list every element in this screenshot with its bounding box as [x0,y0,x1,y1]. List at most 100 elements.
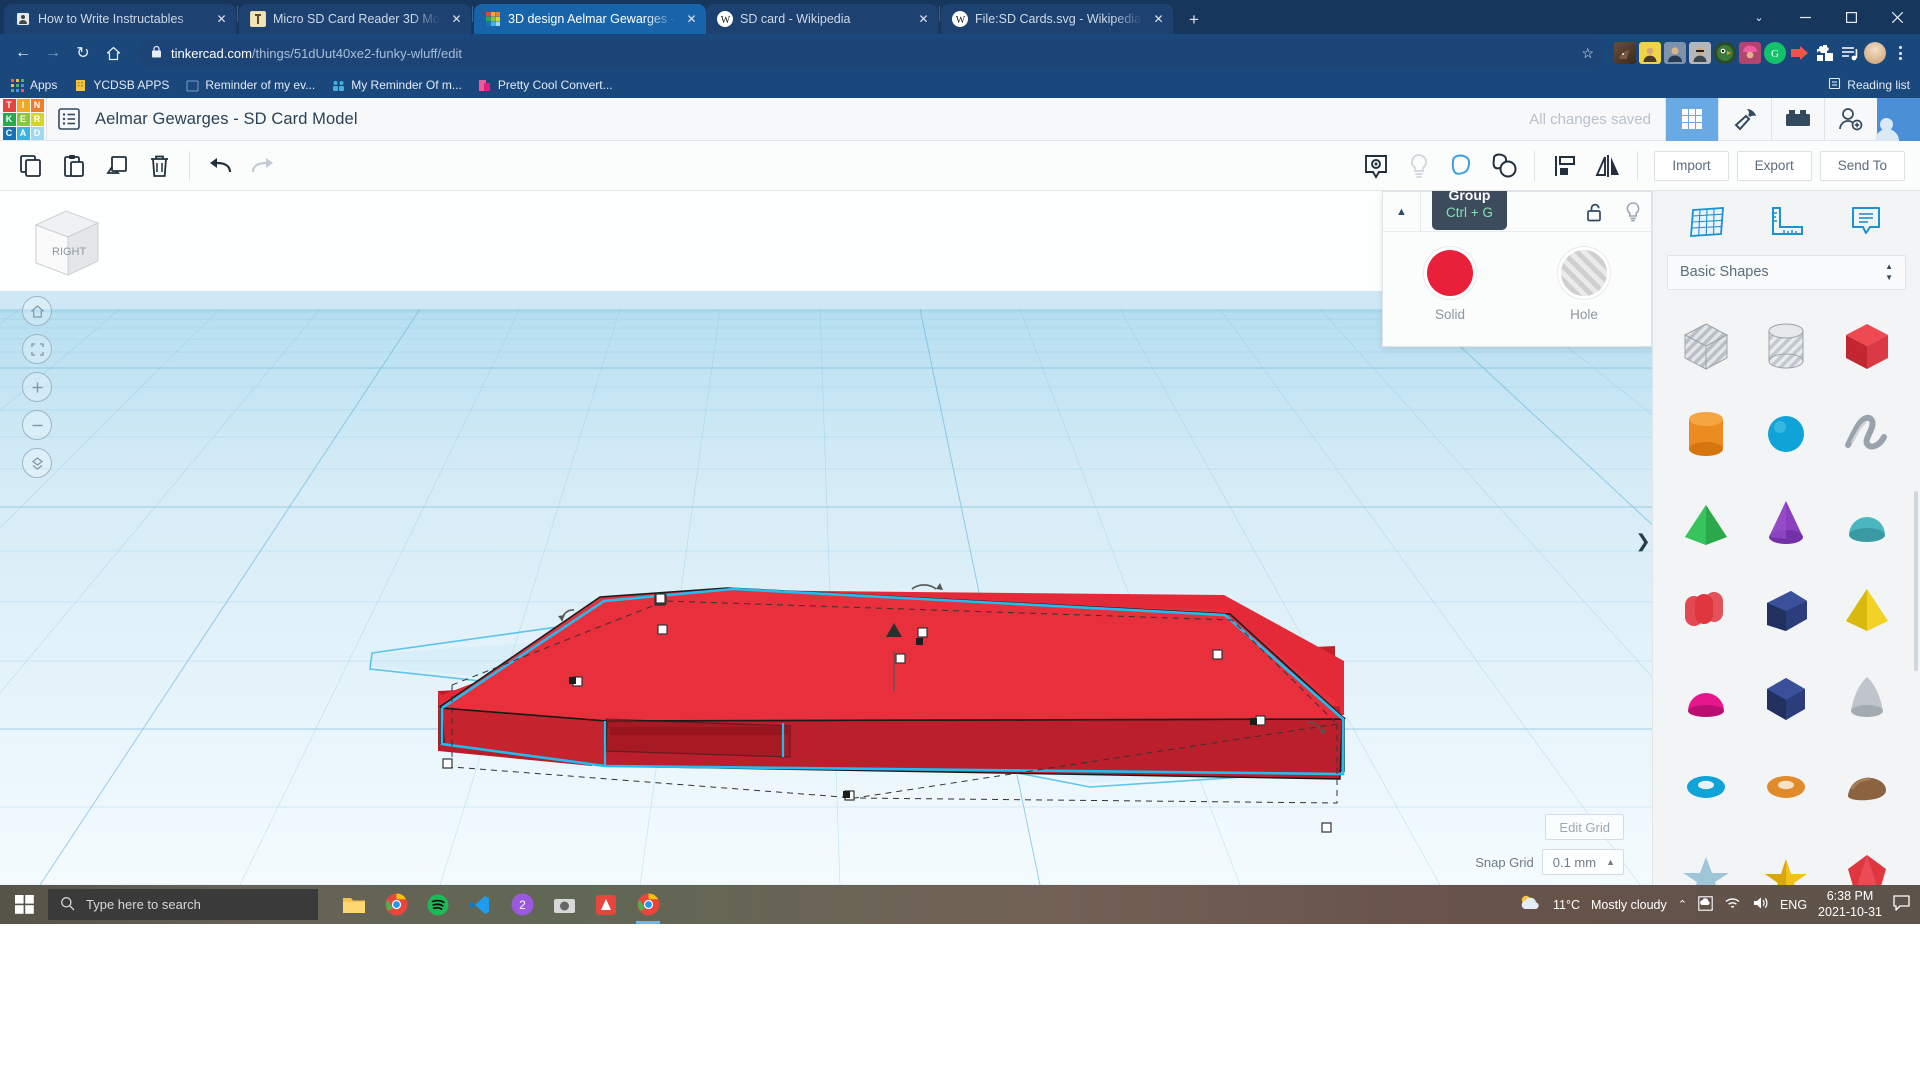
note-icon[interactable] [1840,199,1892,247]
shape-item[interactable] [1669,748,1743,826]
grammarly-extension-icon[interactable]: G [1764,42,1786,64]
gallery-grid-icon[interactable] [1665,98,1718,141]
pocket-extension-icon[interactable] [1789,42,1811,64]
taskbar-search-box[interactable]: Type here to search [48,889,318,920]
messenger-icon[interactable]: 2 [502,885,542,924]
shape-category-select[interactable]: Basic Shapes ▲▼ [1667,255,1906,291]
shape-item[interactable] [1830,572,1904,650]
window-maximize-icon[interactable] [1828,0,1874,34]
shape-item[interactable] [1669,660,1743,738]
portrait-glasses-extension-icon[interactable] [1689,42,1711,64]
codeblocks-pickaxe-icon[interactable] [1718,98,1771,141]
shape-item[interactable] [1830,396,1904,474]
browser-tab[interactable]: W File:SD Cards.svg - Wikipedia ✕ [941,4,1173,34]
puzzle-extension-icon[interactable] [1814,42,1836,64]
hole-option[interactable]: Hole [1517,250,1651,322]
file-explorer-icon[interactable] [334,885,374,924]
tinkercad-logo[interactable]: T I N K E R C A D [0,98,46,141]
chrome-icon[interactable] [376,885,416,924]
shape-item[interactable] [1669,572,1743,650]
chevron-up-icon[interactable]: ⌃ [1678,898,1687,911]
window-restore-icon[interactable]: ⌄ [1736,0,1782,34]
close-icon[interactable]: ✕ [448,11,465,28]
avatar[interactable] [1877,98,1920,141]
ruler-icon[interactable] [1760,199,1812,247]
volume-icon[interactable] [1752,896,1769,913]
shape-item[interactable] [1830,308,1904,386]
browser-tab[interactable]: How to Write Instructables ✕ [4,4,236,34]
ortho-perspective-icon[interactable] [22,448,52,478]
lego-brick-icon[interactable] [1771,98,1824,141]
shape-item[interactable] [1669,836,1743,885]
notification-icon[interactable] [1893,895,1910,914]
shape-item[interactable] [1749,308,1823,386]
vscode-icon[interactable] [460,885,500,924]
shape-item[interactable] [1669,396,1743,474]
view-cube[interactable]: RIGHT [22,203,102,283]
reload-icon[interactable]: ↻ [69,39,97,67]
ungroup-shapes-icon[interactable] [1483,147,1526,185]
forward-icon[interactable]: → [39,39,67,67]
shape-item[interactable] [1749,572,1823,650]
edit-grid-button[interactable]: Edit Grid [1545,814,1624,840]
shape-item[interactable] [1830,484,1904,562]
design-list-icon[interactable] [47,98,91,141]
solid-option[interactable]: Solid [1383,250,1517,322]
shape-item[interactable] [1749,396,1823,474]
shape-item[interactable] [1749,484,1823,562]
bookmark-apps[interactable]: Apps [10,78,57,92]
home-view-icon[interactable] [22,296,52,326]
camera-icon[interactable] [544,885,584,924]
address-bar[interactable]: tinkercad.com/things/51dUut40xe2-funky-w… [137,39,1604,67]
spotify-icon[interactable] [418,885,458,924]
wifi-icon[interactable] [1724,896,1741,913]
browser-tab[interactable]: W SD card - Wikipedia ✕ [706,4,938,34]
export-button[interactable]: Export [1737,151,1812,181]
bookmark-star-icon[interactable]: ☆ [1581,45,1594,62]
profile-avatar[interactable] [1864,42,1886,64]
portrait-blue-extension-icon[interactable] [1664,42,1686,64]
pink-hat-extension-icon[interactable] [1739,42,1761,64]
hole-swatch[interactable] [1561,250,1607,296]
home-icon[interactable] [99,39,127,67]
unlock-icon[interactable] [1577,192,1614,232]
align-icon[interactable] [1543,147,1586,185]
duplicate-icon[interactable] [95,147,138,185]
new-tab-button[interactable]: + [1180,5,1208,33]
invite-person-icon[interactable] [1824,98,1877,141]
close-icon[interactable]: ✕ [915,11,932,28]
portrait-yellow-extension-icon[interactable] [1639,42,1661,64]
browser-tab[interactable]: Micro SD Card Reader 3D Model ✕ [239,4,471,34]
close-icon[interactable]: ✕ [683,11,700,28]
shape-item[interactable] [1749,748,1823,826]
bookmark-pretty-cool-convert[interactable]: Pretty Cool Convert... [478,78,613,92]
workplane-grid-icon[interactable] [1681,199,1733,247]
zoom-out-icon[interactable] [22,410,52,440]
browser-active-icon[interactable] [628,885,668,924]
send-to-button[interactable]: Send To [1820,151,1905,181]
back-icon[interactable]: ← [9,39,37,67]
chevron-up-icon[interactable]: ▲ [1383,192,1421,232]
lightbulb-icon[interactable] [1614,192,1651,232]
window-close-icon[interactable] [1874,0,1920,34]
shape-item[interactable] [1669,308,1743,386]
close-icon[interactable]: ✕ [213,11,230,28]
bookmark-reminder-events[interactable]: Reminder of my ev... [185,78,315,92]
mirror-icon[interactable] [1586,147,1629,185]
3d-viewport[interactable]: RIGHT ❯ Edit Grid Snap Gri [0,191,1652,885]
language-indicator[interactable]: ENG [1780,898,1807,912]
kebab-menu-icon[interactable] [1889,46,1911,60]
close-icon[interactable]: ✕ [1150,11,1167,28]
fit-to-view-icon[interactable] [22,334,52,364]
copy-icon[interactable] [9,147,52,185]
reading-list-button[interactable]: Reading list [1828,77,1910,93]
parrot-extension-icon[interactable] [1714,42,1736,64]
bookmark-ycdsb-apps[interactable]: YCDSB APPS [73,78,169,92]
import-button[interactable]: Import [1654,151,1728,181]
snap-grid-select[interactable]: 0.1 mm ▲ [1542,849,1624,875]
paste-icon[interactable] [52,147,95,185]
bookmark-my-reminder[interactable]: My Reminder Of m... [331,78,462,92]
shape-item[interactable] [1669,484,1743,562]
window-minimize-icon[interactable] [1782,0,1828,34]
shape-panel-scrollbar[interactable] [1914,491,1918,671]
